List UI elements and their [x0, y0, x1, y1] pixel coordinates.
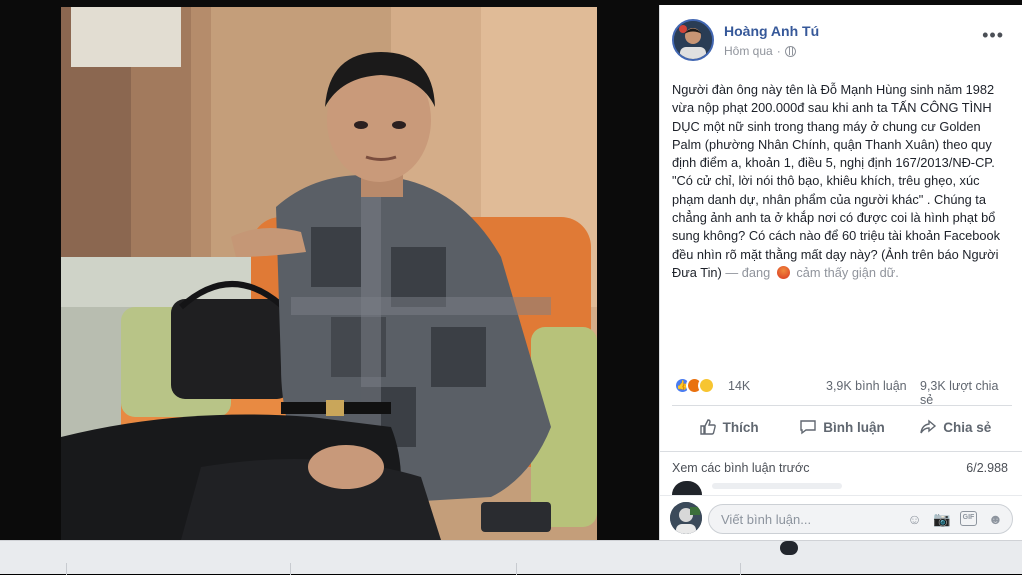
- like-button[interactable]: Thích: [672, 409, 785, 445]
- post-header: Hoàng Anh Tú Hôm qua · •••: [672, 19, 1012, 61]
- comment-box[interactable]: ☺ 📷 GIF ☻: [708, 504, 1013, 534]
- comment-composer: ☺ 📷 GIF ☻: [660, 495, 1022, 540]
- comment-input[interactable]: [721, 510, 881, 528]
- shares-count[interactable]: 9,3K lượt chia sẻ: [920, 379, 1012, 407]
- author-avatar[interactable]: [672, 19, 714, 61]
- divider: [66, 563, 67, 575]
- divider: [740, 563, 741, 575]
- more-icon[interactable]: •••: [982, 26, 1004, 44]
- share-label: Chia sẻ: [943, 419, 992, 435]
- emoji-icon[interactable]: ☺: [906, 511, 923, 528]
- author-name[interactable]: Hoàng Anh Tú: [724, 23, 819, 39]
- reaction-summary: 👍 14K 3,9K bình luận 9,3K lượt chia sẻ: [672, 377, 1012, 407]
- feeling-prefix: — đang: [725, 264, 771, 280]
- post-body-text: Người đàn ông này tên là Đỗ Mạnh Hùng si…: [672, 82, 1000, 280]
- reaction-count[interactable]: 14K: [728, 379, 750, 393]
- comments-count[interactable]: 3,9K bình luận: [826, 379, 907, 393]
- photo-illustration: [61, 7, 597, 540]
- divider: [290, 563, 291, 575]
- haha-reaction-icon: [698, 377, 715, 394]
- globe-icon: [784, 45, 796, 57]
- current-user-avatar[interactable]: [670, 502, 702, 534]
- comment-label: Bình luận: [823, 419, 885, 435]
- comment-pagination: 6/2.988: [966, 461, 1008, 475]
- background-avatar: [780, 541, 798, 555]
- feeling-text[interactable]: cảm thấy giận dữ.: [796, 265, 898, 280]
- composer-icons: ☺ 📷 GIF ☻: [906, 511, 1004, 528]
- like-label: Thích: [722, 419, 759, 435]
- post-panel: Hoàng Anh Tú Hôm qua · ••• Người đàn ông…: [659, 5, 1022, 540]
- gif-icon[interactable]: GIF: [960, 511, 977, 526]
- comment-button[interactable]: Bình luận: [785, 409, 898, 445]
- post-time[interactable]: Hôm qua: [724, 44, 773, 58]
- like-icon: [699, 419, 716, 435]
- camera-icon[interactable]: 📷: [933, 511, 950, 528]
- view-previous-comments-link[interactable]: Xem các bình luận trước: [672, 461, 809, 475]
- comment-icon: [800, 420, 816, 435]
- post-meta: Hôm qua ·: [724, 44, 796, 58]
- action-bar: Thích Bình luận Chia sẻ: [672, 409, 1012, 445]
- reaction-icons[interactable]: 👍: [674, 377, 715, 394]
- divider: [660, 451, 1022, 452]
- divider: [672, 405, 1012, 406]
- sticker-icon[interactable]: ☻: [987, 511, 1004, 528]
- user-avatar-image: [670, 502, 702, 534]
- photo-viewer: Hoàng Anh Tú Hôm qua · ••• Người đàn ông…: [0, 0, 1022, 575]
- post-body: Người đàn ông này tên là Đỗ Mạnh Hùng si…: [672, 81, 1012, 282]
- share-icon: [920, 419, 937, 434]
- comment-preview: [712, 483, 842, 489]
- commenter-avatar[interactable]: [672, 481, 702, 495]
- angry-emoji-icon: [776, 265, 790, 279]
- page-bottom-strip: [0, 540, 1022, 575]
- post-photo[interactable]: [61, 7, 597, 540]
- share-button[interactable]: Chia sẻ: [899, 409, 1012, 445]
- divider: [516, 563, 517, 575]
- avatar-image: [674, 21, 712, 59]
